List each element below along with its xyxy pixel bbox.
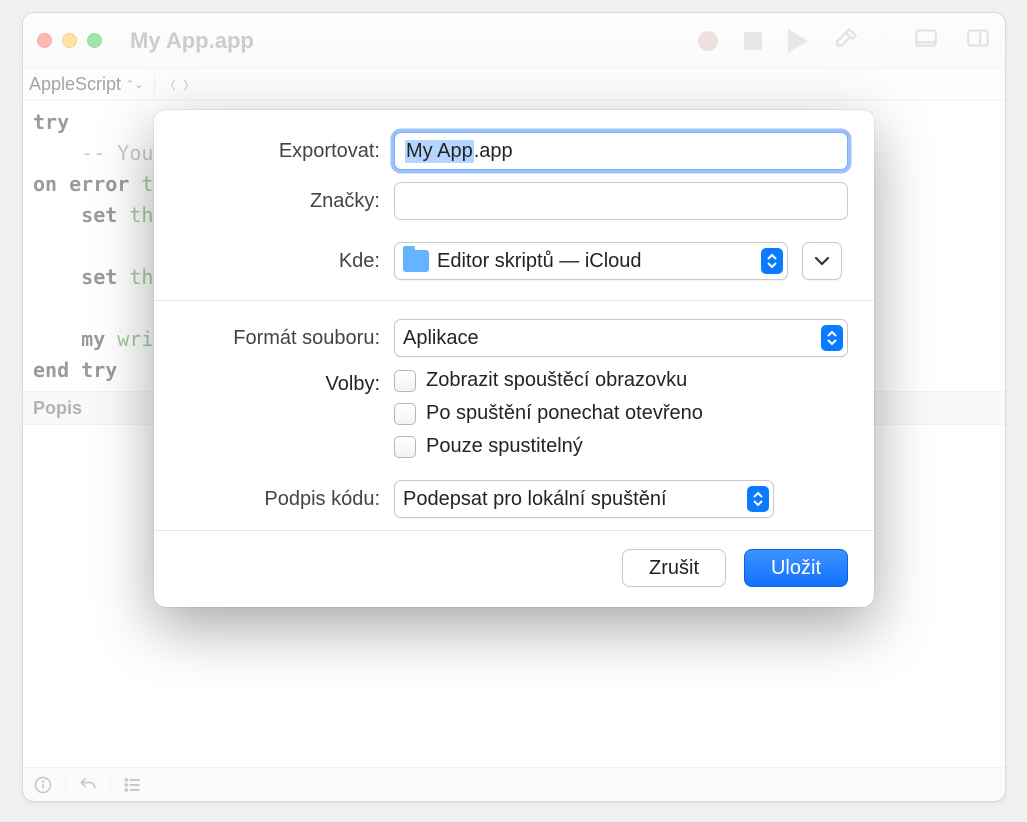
description-label: Popis <box>33 398 82 419</box>
play-icon[interactable] <box>788 29 808 53</box>
file-format-label: Formát souboru: <box>180 327 380 350</box>
show-startup-screen-checkbox[interactable] <box>394 370 416 392</box>
chevron-updown-icon: ⌃⌄ <box>125 78 143 91</box>
list-icon[interactable] <box>121 773 145 797</box>
options-label: Volby: <box>180 369 380 396</box>
code-keyword: set <box>81 265 117 289</box>
reply-icon[interactable] <box>76 773 100 797</box>
code-keyword: my <box>81 327 105 351</box>
language-bar: AppleScript ⌃⌄ 〈 〉 <box>23 69 1005 101</box>
code-keyword: set <box>81 203 117 227</box>
toolbar-icons <box>698 25 991 56</box>
file-format-value: Aplikace <box>403 327 813 350</box>
language-selector[interactable]: AppleScript <box>29 74 121 95</box>
panel-toggle-icon[interactable] <box>965 25 991 56</box>
codesign-popup[interactable]: Podepsat pro lokální spuštění <box>394 480 774 518</box>
code-keyword: try <box>33 110 69 134</box>
window-title: My App.app <box>130 28 254 54</box>
nav-right-icon[interactable]: 〉 <box>184 77 195 93</box>
save-button-label: Uložit <box>771 557 821 580</box>
expand-save-panel-button[interactable] <box>802 242 842 280</box>
popup-chevrons-icon <box>747 486 769 512</box>
export-filename-input[interactable]: My App.app <box>394 132 848 170</box>
build-icon[interactable] <box>834 25 860 56</box>
popup-chevrons-icon <box>821 325 843 351</box>
option-stay-open-label: Po spuštění ponechat otevřeno <box>426 402 703 425</box>
option-show-startup-label: Zobrazit spouštěcí obrazovku <box>426 369 687 392</box>
code-keyword: on error <box>33 172 129 196</box>
export-label: Exportovat: <box>180 140 380 163</box>
code-keyword: end try <box>33 358 117 382</box>
sidebar-toggle-icon[interactable] <box>913 25 939 56</box>
where-popup[interactable]: Editor skriptů — iCloud <box>394 242 788 280</box>
filename-selected-text: My App <box>405 140 474 163</box>
record-icon[interactable] <box>698 31 718 51</box>
nav-left-icon[interactable]: 〈 <box>165 77 176 93</box>
zoom-window-button[interactable] <box>87 33 102 48</box>
codesign-value: Podepsat pro lokální spuštění <box>403 488 739 511</box>
codesign-label: Podpis kódu: <box>180 488 380 511</box>
stop-icon[interactable] <box>744 32 762 50</box>
separator <box>154 300 874 301</box>
titlebar: My App.app <box>23 13 1005 69</box>
tags-label: Značky: <box>180 190 380 213</box>
where-label: Kde: <box>180 250 380 273</box>
folder-icon <box>403 250 429 272</box>
traffic-lights <box>37 33 102 48</box>
minimize-window-button[interactable] <box>62 33 77 48</box>
option-run-only-label: Pouze spustitelný <box>426 435 583 458</box>
export-dialog: Exportovat: My App.app Značky: Kde: Edit… <box>154 110 874 607</box>
status-bar <box>23 767 1005 801</box>
cancel-button-label: Zrušit <box>649 557 699 580</box>
run-only-checkbox[interactable] <box>394 436 416 458</box>
popup-chevrons-icon <box>761 248 783 274</box>
filename-rest-text: .app <box>474 140 513 163</box>
tags-input[interactable] <box>394 182 848 220</box>
separator <box>154 530 874 531</box>
stay-open-checkbox[interactable] <box>394 403 416 425</box>
cancel-button[interactable]: Zrušit <box>622 549 726 587</box>
save-button[interactable]: Uložit <box>744 549 848 587</box>
info-icon[interactable] <box>31 773 55 797</box>
where-value: Editor skriptů — iCloud <box>437 250 753 273</box>
file-format-popup[interactable]: Aplikace <box>394 319 848 357</box>
close-window-button[interactable] <box>37 33 52 48</box>
